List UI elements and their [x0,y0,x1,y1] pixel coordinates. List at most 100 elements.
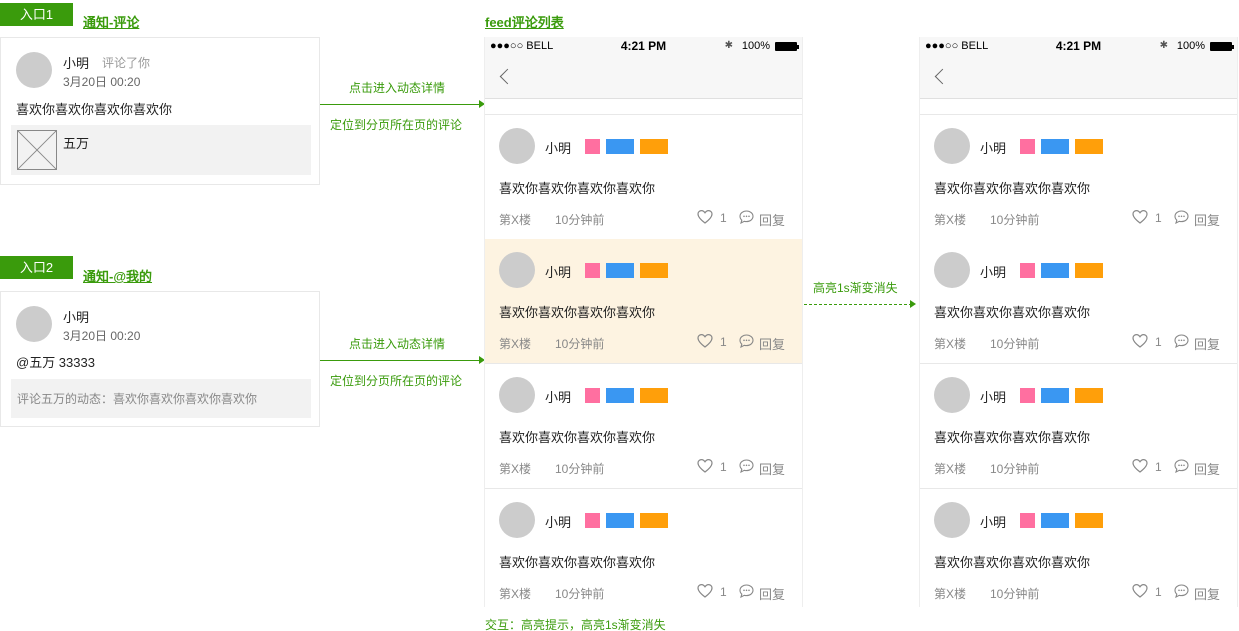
comment-user-name[interactable]: 小明 [980,512,1006,531]
arrow3-line [804,304,912,305]
comment-item[interactable]: 小明 喜欢你喜欢你喜欢你喜欢你 第X楼 10分钟前 1 回复 [920,364,1237,489]
heart-icon[interactable] [697,458,713,474]
avatar[interactable] [934,252,970,288]
user-badge [606,263,634,278]
notification-comment-card[interactable]: 小明 评论了你 3月20日 00:20 喜欢你喜欢你喜欢你喜欢你 五万 [0,37,320,185]
entry1-title: 通知-评论 [83,15,140,30]
reply-bubble-icon[interactable] [739,459,754,473]
reply-bubble-icon[interactable] [1174,334,1189,348]
comment-user-name[interactable]: 小明 [545,138,571,157]
quoted-post[interactable]: 评论五万的动态：喜欢你喜欢你喜欢你喜欢你 [11,379,311,418]
user-badge [1041,139,1069,154]
back-icon[interactable] [499,68,516,85]
avatar[interactable] [934,377,970,413]
heart-icon[interactable] [697,209,713,225]
comment-text: 喜欢你喜欢你喜欢你喜欢你 [499,181,656,196]
user-badge [1020,263,1035,278]
user-badge [585,513,600,528]
status-bar: ●●●○○ BELL 4:21 PM ✱ 100% [920,37,1237,57]
battery-icon [1210,42,1234,51]
bluetooth-icon: ✱ [724,40,733,51]
heart-icon[interactable] [1132,209,1148,225]
floor-number: 第X楼 [499,462,532,476]
user-badge [606,139,634,154]
comment-user-name[interactable]: 小明 [545,512,571,531]
reply-bubble-icon[interactable] [1174,459,1189,473]
reply-button[interactable]: 回复 [1194,584,1220,603]
quoted-post[interactable]: 五万 [11,125,311,175]
notification-mention-card[interactable]: 小明 3月20日 00:20 @五万 33333 评论五万的动态：喜欢你喜欢你喜… [0,291,320,427]
comment-text: 喜欢你喜欢你喜欢你喜欢你 [499,305,656,320]
user-badge [1075,388,1103,403]
arrow2-line [320,360,480,361]
user-badge [1041,513,1069,528]
avatar[interactable] [499,377,535,413]
avatar[interactable] [499,502,535,538]
comment-item-highlighted[interactable]: 小明 喜欢你喜欢你喜欢你喜欢你 第X楼 10分钟前 1 回复 [485,239,802,364]
entry2-title: 通知-@我的 [83,269,153,284]
user-badge [1041,388,1069,403]
comment-user-name[interactable]: 小明 [980,138,1006,157]
comment-item[interactable]: 小明 喜欢你喜欢你喜欢你喜欢你 第X楼 10分钟前 1 回复 [485,115,802,240]
comment-item[interactable]: 小明 喜欢你喜欢你喜欢你喜欢你 第X楼 10分钟前 1 回复 [920,115,1237,240]
heart-icon[interactable] [1132,458,1148,474]
comment-item[interactable]: 小明 喜欢你喜欢你喜欢你喜欢你 第X楼 10分钟前 1 回复 [920,239,1237,364]
reply-bubble-icon[interactable] [739,584,754,598]
comment-user-name[interactable]: 小明 [980,262,1006,281]
reply-bubble-icon[interactable] [1174,210,1189,224]
user-name: 小明 [63,310,90,325]
comment-item[interactable]: 小明 喜欢你喜欢你喜欢你喜欢你 第X楼 10分钟前 1 回复 [485,364,802,489]
timestamp: 3月20日 00:20 [63,75,141,89]
reply-button[interactable]: 回复 [1194,459,1220,478]
heart-icon[interactable] [1132,583,1148,599]
action-text: 评论了你 [102,56,151,70]
reply-button[interactable]: 回复 [759,459,785,478]
comment-time: 10分钟前 [990,213,1040,227]
quoted-post-author: 五万 [63,136,90,151]
timestamp: 3月20日 00:20 [63,329,141,343]
reply-button[interactable]: 回复 [759,210,785,229]
user-badge [640,263,668,278]
arrow1-line [320,104,480,105]
avatar[interactable] [499,128,535,164]
reply-button[interactable]: 回复 [1194,334,1220,353]
like-count: 1 [1155,335,1162,349]
user-badge [1041,263,1069,278]
floor-number: 第X楼 [934,462,967,476]
avatar[interactable] [934,502,970,538]
reply-bubble-icon[interactable] [1174,584,1189,598]
arrow2-label-bottom: 定位到分页所在页的评论 [330,374,463,388]
comment-item[interactable]: 小明 喜欢你喜欢你喜欢你喜欢你 第X楼 10分钟前 1 回复 [485,489,802,607]
reply-button[interactable]: 回复 [759,334,785,353]
heart-icon[interactable] [697,583,713,599]
nav-bar [920,57,1237,99]
comment-text: 喜欢你喜欢你喜欢你喜欢你 [934,305,1091,320]
comment-user-name[interactable]: 小明 [545,387,571,406]
back-icon[interactable] [934,68,951,85]
floor-number: 第X楼 [499,337,532,351]
like-count: 1 [720,211,727,225]
entry2-tag: 入口2 [0,256,73,279]
floor-number: 第X楼 [499,587,532,601]
reply-bubble-icon[interactable] [739,334,754,348]
comment-user-name[interactable]: 小明 [545,262,571,281]
comment-user-name[interactable]: 小明 [980,387,1006,406]
floor-number: 第X楼 [934,213,967,227]
battery-icon [775,42,799,51]
comment-text: 喜欢你喜欢你喜欢你喜欢你 [934,181,1091,196]
avatar[interactable] [934,128,970,164]
arrow1-label-bottom: 定位到分页所在页的评论 [330,118,463,132]
reply-button[interactable]: 回复 [759,584,785,603]
previous-comment-stub [485,99,802,115]
comment-item[interactable]: 小明 喜欢你喜欢你喜欢你喜欢你 第X楼 10分钟前 1 回复 [920,489,1237,607]
floor-number: 第X楼 [499,213,532,227]
heart-icon[interactable] [1132,333,1148,349]
avatar[interactable] [499,252,535,288]
image-placeholder-icon [17,130,57,170]
reply-bubble-icon[interactable] [739,210,754,224]
heart-icon[interactable] [697,333,713,349]
reply-button[interactable]: 回复 [1194,210,1220,229]
avatar [16,52,52,88]
arrow1-label-top: 点击进入动态详情 [349,81,446,95]
floor-number: 第X楼 [934,337,967,351]
